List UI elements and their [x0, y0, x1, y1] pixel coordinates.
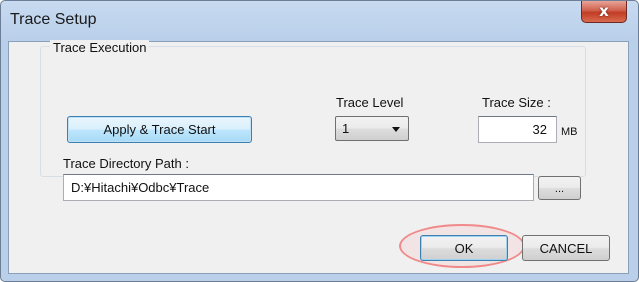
trace-level-select[interactable]: 1	[335, 116, 409, 141]
trace-directory-value: D:¥Hitachi¥Odbc¥Trace	[71, 180, 210, 195]
trace-execution-group-label: Trace Execution	[50, 40, 150, 55]
title-bar[interactable]: Trace Setup x	[1, 1, 638, 41]
apply-trace-start-button[interactable]: Apply & Trace Start	[67, 116, 252, 143]
trace-level-label: Trace Level	[336, 95, 404, 110]
cancel-button[interactable]: CANCEL	[522, 235, 610, 261]
apply-trace-start-label: Apply & Trace Start	[103, 122, 216, 137]
trace-size-input[interactable]: 32	[478, 116, 557, 143]
ok-button[interactable]: OK	[420, 235, 508, 261]
trace-level-value: 1	[342, 121, 350, 136]
trace-size-label: Trace Size :	[482, 95, 551, 110]
trace-directory-label: Trace Directory Path :	[63, 156, 189, 171]
chevron-down-icon	[392, 127, 400, 132]
trace-size-unit: MB	[561, 126, 578, 138]
cancel-button-label: CANCEL	[539, 240, 593, 256]
close-icon: x	[599, 2, 609, 20]
dialog-title: Trace Setup	[10, 11, 97, 28]
ok-button-label: OK	[454, 240, 474, 256]
close-button[interactable]: x	[581, 1, 627, 23]
trace-size-value: 32	[532, 122, 547, 137]
browse-button[interactable]: ...	[538, 176, 581, 200]
trace-directory-input[interactable]: D:¥Hitachi¥Odbc¥Trace	[63, 174, 534, 201]
browse-button-label: ...	[554, 183, 565, 195]
